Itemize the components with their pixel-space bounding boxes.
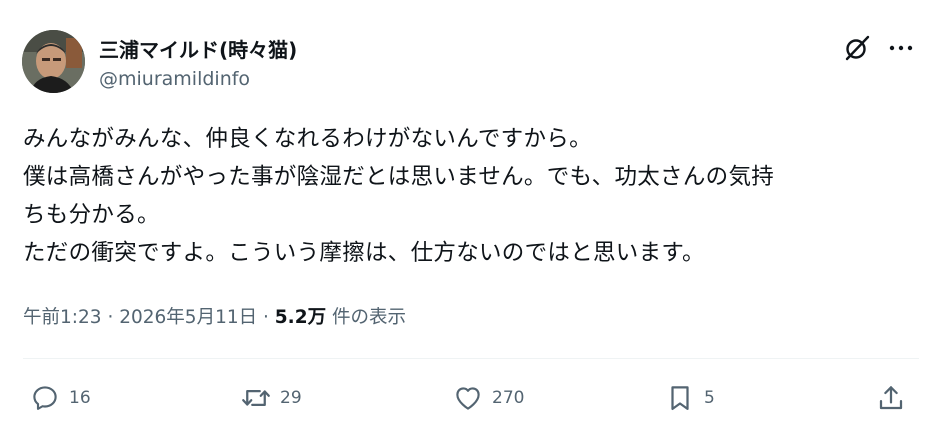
divider bbox=[23, 358, 919, 359]
tweet-meta: 午前1:23 · 2026年5月11日 · 5.2万 件の表示 bbox=[23, 303, 406, 329]
meta-separator: · bbox=[107, 307, 114, 328]
reply-icon bbox=[33, 386, 57, 410]
like-count: 270 bbox=[492, 388, 525, 408]
repost-count: 29 bbox=[280, 388, 302, 408]
more-icon bbox=[889, 45, 913, 51]
grok-icon bbox=[845, 35, 870, 61]
tweet-text-line: ただの衝突ですよ。こういう摩擦は、仕方ないのではと思います。 bbox=[23, 240, 705, 266]
grok-button[interactable] bbox=[841, 33, 873, 63]
author-handle[interactable]: @miuramildinfo bbox=[99, 68, 250, 90]
meta-separator: · bbox=[263, 307, 269, 328]
tweet-text-line: みんながみんな、仲良くなれるわけがないんですから。 bbox=[23, 126, 592, 152]
tweet-text: みんながみんな、仲良くなれるわけがないんですから。 僕は高橋さんがやった事が陰湿… bbox=[23, 120, 923, 272]
tweet-text-line: ちも分かる。 bbox=[23, 202, 160, 228]
tweet-time[interactable]: 午前1:23 bbox=[23, 307, 102, 328]
avatar-image bbox=[22, 30, 85, 93]
avatar[interactable] bbox=[22, 30, 85, 93]
like-button[interactable]: 270 bbox=[453, 381, 524, 415]
reply-button[interactable]: 16 bbox=[30, 381, 91, 415]
views-count[interactable]: 5.2万 bbox=[275, 307, 326, 328]
more-button[interactable] bbox=[884, 33, 918, 63]
repost-button[interactable]: 29 bbox=[241, 381, 302, 415]
reply-count: 16 bbox=[69, 388, 91, 408]
share-button[interactable] bbox=[876, 381, 906, 415]
author-name[interactable]: 三浦マイルド(時々猫) bbox=[99, 34, 297, 63]
views-label: 件の表示 bbox=[331, 307, 406, 328]
bookmark-icon bbox=[671, 386, 689, 410]
tweet-text-line: 僕は高橋さんがやった事が陰湿だとは思いません。でも、功太さんの気持 bbox=[23, 164, 775, 190]
tweet-date[interactable]: 2026年5月11日 bbox=[119, 307, 257, 328]
bookmark-count: 5 bbox=[704, 388, 715, 408]
bookmark-button[interactable]: 5 bbox=[665, 381, 715, 415]
heart-icon bbox=[456, 387, 480, 410]
share-icon bbox=[879, 386, 903, 410]
repost-icon bbox=[242, 390, 270, 406]
